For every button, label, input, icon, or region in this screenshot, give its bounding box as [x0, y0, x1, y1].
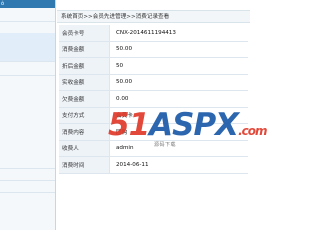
table-row: 折后金额 50	[59, 57, 248, 75]
sidebar-item-active[interactable]	[0, 33, 55, 62]
field-label: 消费时间	[59, 156, 110, 174]
left-sidebar: ô	[0, 0, 56, 230]
breadcrumb-bar: 系统首页>>会员先进管理>>消费记录查看	[57, 10, 250, 23]
watermark-part-b: ASPX	[149, 107, 239, 143]
watermark-text: 51ASPX.com	[108, 107, 268, 148]
table-row: 消费时间 2014-06-11	[59, 156, 248, 174]
consumption-record-table: 会员卡号 CNX-2014611194413 消费金额 50.00 折后金额 50 实收金额…	[59, 25, 248, 174]
sidebar-item[interactable]	[0, 8, 55, 22]
field-label: 消费内容	[59, 123, 110, 141]
watermark-subtitle: 源码下载	[154, 142, 177, 148]
table-row: 实收金额 50.00	[59, 74, 248, 91]
field-label: 欠费金额	[59, 90, 110, 108]
table-row: 会员卡号 CNX-2014611194413	[59, 25, 248, 42]
table-row: 消费金额 50.00	[59, 41, 248, 58]
watermark-logo: 51ASPX.com 源码下载	[104, 108, 268, 148]
field-value: CNX-2014611194413	[109, 25, 248, 42]
sidebar-header: ô	[0, 0, 55, 8]
breadcrumb: 系统首页>>会员先进管理>>消费记录查看	[61, 14, 170, 20]
field-value: 0.00	[109, 90, 248, 108]
sidebar-header-label: ô	[1, 1, 5, 7]
field-label: 会员卡号	[59, 25, 110, 42]
field-label: 折后金额	[59, 57, 110, 75]
field-label: 实收金额	[59, 74, 110, 91]
field-label: 消费金额	[59, 41, 110, 58]
sidebar-item[interactable]	[0, 61, 55, 76]
field-value: 50.00	[109, 74, 248, 91]
field-label: 支付方式	[59, 107, 110, 124]
field-value: 2014-06-11	[109, 156, 248, 174]
field-value: 50.00	[109, 41, 248, 58]
sidebar-item[interactable]	[0, 180, 55, 193]
watermark-part-a: 51	[108, 107, 150, 143]
watermark-part-c: .com	[238, 124, 267, 138]
field-value: 50	[109, 57, 248, 75]
field-label: 收费人	[59, 140, 110, 157]
table-row: 欠费金额 0.00	[59, 90, 248, 108]
